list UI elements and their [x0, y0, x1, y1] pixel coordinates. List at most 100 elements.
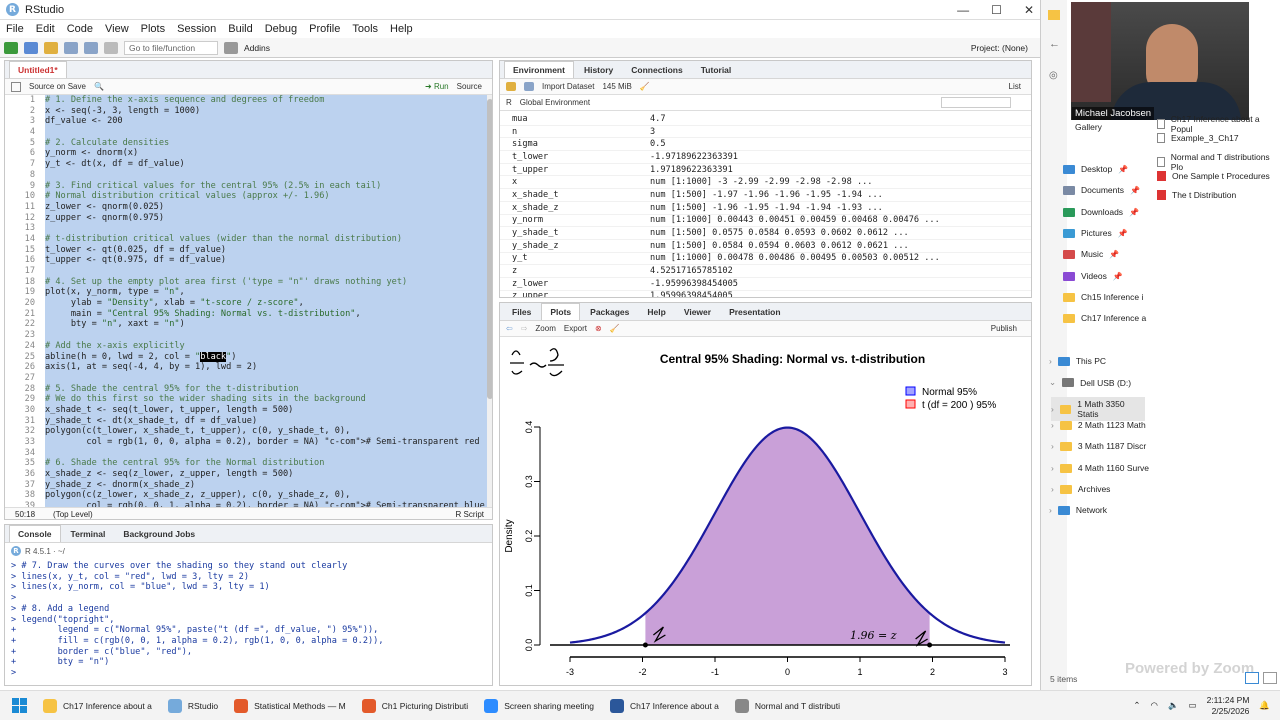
tab-files[interactable]: Files	[504, 304, 539, 320]
code-line[interactable]: df_value <- 200	[45, 116, 487, 127]
recent-file-2[interactable]: Example_3_Ch17	[1157, 133, 1239, 143]
environment-row[interactable]: x_shade_t num [1:500] -1.97 -1.96 -1.96 -…	[500, 189, 1031, 202]
save-all-icon[interactable]	[84, 41, 98, 54]
nav-desktop[interactable]: Desktop 📌	[1063, 164, 1128, 174]
search-icon[interactable]: 🔍	[94, 82, 104, 91]
new-project-icon[interactable]	[24, 41, 38, 54]
environment-row[interactable]: sigma 0.5	[500, 138, 1031, 152]
taskbar-app[interactable]: Ch17 Inference about a	[35, 691, 160, 721]
zoom-button[interactable]: Zoom	[535, 324, 555, 333]
code-line[interactable]	[45, 448, 487, 459]
save-icon[interactable]	[64, 41, 78, 54]
nav-this-pc[interactable]: › This PC	[1049, 356, 1106, 366]
console-output[interactable]: > # 7. Draw the curves over the shading …	[5, 559, 492, 679]
code-line[interactable]: y_t <- dt(x, df = df_value)	[45, 159, 487, 170]
remove-plot-icon[interactable]: ⊗	[595, 324, 602, 333]
menu-help[interactable]: Help	[390, 23, 413, 35]
menu-build[interactable]: Build	[228, 23, 252, 35]
menu-profile[interactable]: Profile	[309, 23, 340, 35]
taskbar-app[interactable]: Ch1 Picturing Distributi	[354, 691, 476, 721]
tab-untitled1[interactable]: Untitled1*	[9, 61, 67, 78]
folder-icon[interactable]	[1048, 10, 1060, 20]
code-editor[interactable]: 1 2 3 4 5 6 7 8 9 10 11 12 13 14 15 16 17 18 19 20 21 22 23 24 2…	[5, 95, 487, 507]
nav-documents[interactable]: Documents 📌	[1063, 185, 1140, 195]
recent-file-5[interactable]: The t Distribution	[1157, 190, 1236, 200]
battery-icon[interactable]: ▭	[1189, 700, 1197, 711]
code-line[interactable]: x_shade_t <- seq(t_lower, t_upper, lengt…	[45, 405, 487, 416]
menu-edit[interactable]: Edit	[36, 23, 55, 35]
clear-plots-icon[interactable]: 🧹	[610, 324, 620, 333]
menu-debug[interactable]: Debug	[265, 23, 297, 35]
grid-icon[interactable]	[224, 41, 238, 54]
code-line[interactable]: # Normal distribution critical values (a…	[45, 191, 487, 202]
code-line[interactable]: # t-distribution critical values (wider …	[45, 234, 487, 245]
file-type[interactable]: R Script	[456, 510, 484, 519]
clock[interactable]: 2:11:24 PM 2/25/2026	[1207, 695, 1250, 717]
r-language-select[interactable]: R	[506, 98, 512, 107]
environment-row[interactable]: t_lower -1.97189622363391	[500, 151, 1031, 164]
code-line[interactable]	[45, 127, 487, 138]
tab-environment[interactable]: Environment	[504, 61, 574, 78]
code-line[interactable]: # 4. Set up the empty plot area first ('…	[45, 277, 487, 288]
volume-icon[interactable]: 🔈	[1168, 700, 1179, 711]
goto-file-input[interactable]: Go to file/function	[124, 40, 218, 55]
menu-session[interactable]: Session	[177, 23, 216, 35]
code-line[interactable]: y_shade_z <- dnorm(x_shade_z)	[45, 480, 487, 491]
run-button[interactable]: ➜ Run	[425, 82, 449, 91]
notification-icon[interactable]: 🔔	[1259, 700, 1270, 711]
addins-menu[interactable]: Addins	[244, 43, 270, 53]
environment-row[interactable]: mua 4.7	[500, 113, 1031, 126]
memory-usage[interactable]: 145 MiB	[602, 82, 631, 91]
import-dataset-button[interactable]: Import Dataset	[542, 82, 594, 91]
code-line[interactable]: axis(1, at = seq(-4, 4, by = 1), lwd = 2…	[45, 362, 487, 373]
code-line[interactable]	[45, 170, 487, 181]
nav-network[interactable]: › Network	[1049, 505, 1107, 515]
open-file-icon[interactable]	[44, 41, 58, 54]
nav-downloads[interactable]: Downloads 📌	[1063, 207, 1139, 217]
environment-search-input[interactable]	[941, 97, 1011, 108]
code-line[interactable]: col = rgb(1, 0, 0, alpha = 0.2), border …	[45, 437, 487, 448]
code-line[interactable]: # 2. Calculate densities	[45, 138, 487, 149]
minimize-button[interactable]: —	[957, 3, 969, 17]
print-icon[interactable]	[104, 41, 118, 54]
environment-row[interactable]: t_upper 1.97189622363391	[500, 164, 1031, 177]
publish-button[interactable]: Publish	[991, 324, 1017, 333]
code-line[interactable]: # Add the x-axis explicitly	[45, 341, 487, 352]
environment-row[interactable]: z_lower -1.95996398454005	[500, 278, 1031, 291]
recent-file-4[interactable]: One Sample t Procedures	[1157, 171, 1270, 181]
code-line[interactable]: t_lower <- qt(0.025, df = df_value)	[45, 245, 487, 256]
code-line[interactable]: # We do this first so the wider shading …	[45, 394, 487, 405]
recent-file-3[interactable]: Normal and T distributions Plo	[1157, 152, 1280, 172]
code-line[interactable]: x <- seq(-3, 3, length = 1000)	[45, 106, 487, 117]
tab-connections[interactable]: Connections	[623, 62, 690, 78]
environment-row[interactable]: y_norm num [1:1000] 0.00443 0.00451 0.004…	[500, 215, 1031, 228]
environment-row[interactable]: y_t num [1:1000] 0.00478 0.00486 0.00495 …	[500, 253, 1031, 266]
code-line[interactable]	[45, 223, 487, 234]
environment-row[interactable]: n3	[500, 126, 1031, 139]
global-environment-select[interactable]: Global Environment	[520, 98, 590, 107]
code-line[interactable]: abline(h = 0, lwd = 2, col = "black")	[45, 351, 487, 363]
code-line[interactable]: ylab = "Density", xlab = "t-score / z-sc…	[45, 298, 487, 309]
maximize-button[interactable]: ☐	[991, 3, 1002, 17]
nav-ch15[interactable]: Ch15 Inference i	[1063, 292, 1143, 302]
nav-gallery[interactable]: Gallery	[1075, 122, 1102, 132]
tab-viewer[interactable]: Viewer	[676, 304, 719, 320]
tab-console[interactable]: Console	[9, 525, 61, 542]
nav-usb-item-3[interactable]: › 3 Math 1187 Discr	[1051, 441, 1146, 451]
code-line[interactable]: # 5. Shade the central 95% for the t-dis…	[45, 384, 487, 395]
code-line[interactable]: # 1. Define the x-axis sequence and degr…	[45, 95, 487, 106]
tab-tutorial[interactable]: Tutorial	[693, 62, 740, 78]
environment-row[interactable]: z_upper 1.95996398454005	[500, 291, 1031, 297]
code-lines[interactable]: # 1. Define the x-axis sequence and degr…	[45, 95, 487, 507]
chevron-up-icon[interactable]: ⌃	[1133, 700, 1140, 711]
environment-row[interactable]: x num [1:1000] -3 -2.99 -2.99 -2.98 -2.98…	[500, 176, 1031, 190]
code-line[interactable]: bty = "n", xaxt = "n")	[45, 319, 487, 330]
tab-background-jobs[interactable]: Background Jobs	[115, 526, 203, 542]
taskbar-app[interactable]: Statistical Methods — M	[226, 691, 354, 721]
load-workspace-icon[interactable]	[506, 82, 516, 91]
nav-dell-usb[interactable]: ⌄ Dell USB (D:)	[1049, 377, 1131, 388]
environment-row[interactable]: z 4.52517165785102	[500, 265, 1031, 278]
list-view-button[interactable]: List	[1009, 82, 1021, 91]
tiles-view-icon[interactable]	[1263, 672, 1277, 684]
code-line[interactable]: main = "Central 95% Shading: Normal vs. …	[45, 309, 487, 320]
